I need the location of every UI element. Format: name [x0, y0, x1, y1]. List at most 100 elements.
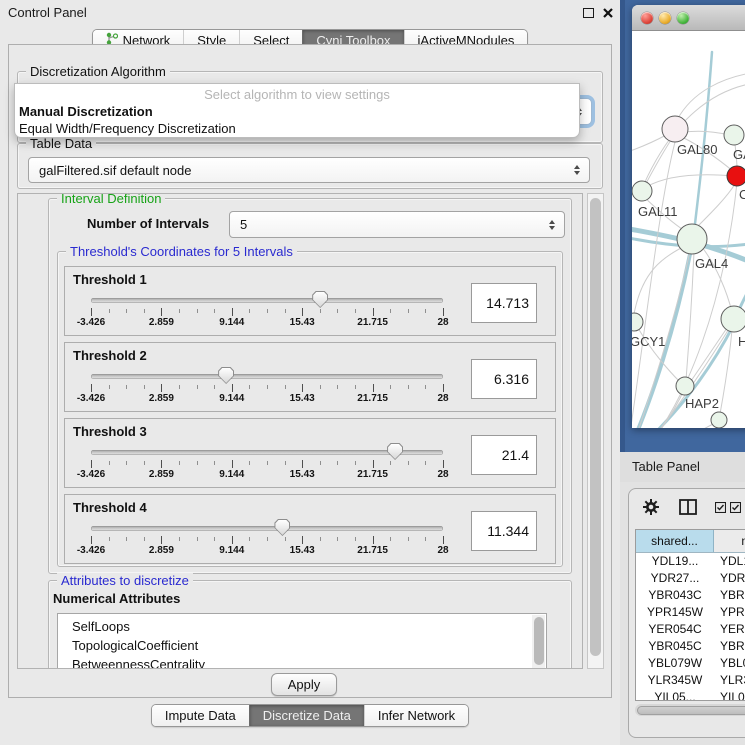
attribute-list-item[interactable]: BetweennessCentrality	[58, 655, 546, 669]
tab-infer-network[interactable]: Infer Network	[364, 705, 468, 726]
thresholds-group: Threshold's Coordinates for 5 Intervals …	[57, 251, 563, 567]
table-cell[interactable]: YDR2	[714, 570, 745, 587]
control-panel-titlebar: Control Panel	[0, 0, 620, 26]
slider-tick-labels: -3.4262.8599.14415.4321.71528	[91, 317, 443, 330]
threshold-4-value-field[interactable]	[471, 511, 537, 551]
table-row[interactable]: YDR27...YDR2	[636, 570, 745, 587]
cyni-toolbox-panel: Discretization Algorithm Select algorith…	[8, 44, 612, 698]
number-of-intervals-value: 5	[240, 212, 247, 237]
checkbox-icon[interactable]	[730, 501, 741, 516]
slider-track[interactable]	[91, 298, 443, 303]
table-cell[interactable]: YPR1	[714, 604, 745, 621]
popup-item-equal-width-frequency[interactable]: Equal Width/Frequency Discretization	[18, 120, 576, 137]
settings-scrollbar[interactable]	[587, 193, 604, 669]
slider-thumb[interactable]	[387, 443, 403, 460]
threshold-1-panel: Threshold 1 -3.4262.8599.14415.4321.7152…	[64, 266, 556, 336]
settings-viewport: Interval Definition Number of Intervals …	[17, 193, 583, 669]
apply-button[interactable]: Apply	[271, 673, 337, 696]
node-gal80[interactable]	[662, 116, 688, 142]
node-hap2[interactable]	[676, 377, 694, 395]
node-label-hap2: HAP2	[685, 396, 719, 411]
attribute-list-item[interactable]: SelfLoops	[58, 617, 546, 636]
slider-track[interactable]	[91, 374, 443, 379]
table-cell[interactable]: YIL05...	[636, 689, 714, 701]
scrollbar-thumb[interactable]	[590, 198, 601, 656]
network-canvas[interactable]: GAL80 GA C GAL11 GAL4 GCY1 H HAP2	[632, 32, 745, 428]
table-row[interactable]: YER054CYER0	[636, 621, 745, 638]
gear-icon[interactable]	[643, 499, 659, 518]
table-cell[interactable]: YBL079W	[636, 655, 714, 672]
slider-ticks	[91, 460, 443, 469]
network-view-window: GAL80 GA C GAL11 GAL4 GCY1 H HAP2	[632, 5, 745, 428]
table-cell[interactable]: YBR045C	[636, 638, 714, 655]
table-row[interactable]: YBR043CYBR0	[636, 587, 745, 604]
table-row[interactable]: YPR145WYPR1	[636, 604, 745, 621]
column-header-shared-name[interactable]: shared...	[636, 530, 714, 552]
table-data-combobox[interactable]: galFiltered.sif default node	[28, 157, 590, 183]
table-cell[interactable]: YDL1	[714, 553, 745, 570]
table-cell[interactable]: YDR27...	[636, 570, 714, 587]
algorithm-hint: Select algorithm to view settings	[15, 87, 579, 102]
column-header-name[interactable]: na	[714, 530, 745, 552]
split-columns-icon[interactable]	[679, 499, 697, 518]
attributes-group: Attributes to discretize Numerical Attri…	[48, 580, 572, 669]
close-icon[interactable]	[602, 7, 614, 19]
table-cell[interactable]: YPR145W	[636, 604, 714, 621]
table-row[interactable]: YLR345WYLR3	[636, 672, 745, 689]
list-scrollbar[interactable]	[532, 615, 545, 669]
network-window-titlebar[interactable]	[632, 5, 745, 31]
threshold-2-value-field[interactable]	[471, 359, 537, 399]
close-traffic-light[interactable]	[641, 12, 653, 24]
combo-arrows-icon	[549, 220, 555, 230]
threshold-1-value-field[interactable]	[471, 283, 537, 323]
slider-thumb[interactable]	[274, 519, 290, 536]
discretization-algorithm-title: Discretization Algorithm	[26, 64, 170, 79]
node-highlighted-red[interactable]	[727, 166, 745, 186]
attribute-list-item[interactable]: TopologicalCoefficient	[58, 636, 546, 655]
table-cell[interactable]: YER054C	[636, 621, 714, 638]
table-row[interactable]: YDL19...YDL1	[636, 553, 745, 570]
node-partial-top-right[interactable]	[724, 125, 744, 145]
float-window-icon[interactable]	[583, 8, 594, 18]
table-data-selected: galFiltered.sif default node	[39, 158, 191, 182]
popup-item-manual-discretization[interactable]: Manual Discretization	[18, 103, 576, 120]
minimize-traffic-light[interactable]	[659, 12, 671, 24]
combo-arrows-icon	[574, 165, 580, 175]
table-cell[interactable]: YLR3	[714, 672, 745, 689]
table-cell[interactable]: YLR345W	[636, 672, 714, 689]
table-cell[interactable]: YIL0	[714, 689, 745, 701]
node-gal11[interactable]	[632, 181, 652, 201]
tab-infer-network-label: Infer Network	[378, 705, 455, 726]
table-row[interactable]: YBR045CYBR0	[636, 638, 745, 655]
interval-definition-title: Interval Definition	[57, 193, 165, 206]
table-cell[interactable]: YBR0	[714, 587, 745, 604]
table-cell[interactable]: YBR043C	[636, 587, 714, 604]
slider-thumb[interactable]	[218, 367, 234, 384]
table-cell[interactable]: YER0	[714, 621, 745, 638]
node-label-gcy1: GCY1	[632, 334, 665, 349]
table-cell[interactable]: YBR0	[714, 638, 745, 655]
node-label-gal4: GAL4	[695, 256, 728, 271]
tab-impute-data[interactable]: Impute Data	[152, 705, 249, 726]
checkbox-icon[interactable]	[715, 501, 726, 516]
slider-thumb[interactable]	[312, 291, 328, 308]
threshold-3-value-field[interactable]	[471, 435, 537, 475]
table-row[interactable]: YIL05...YIL0	[636, 689, 745, 701]
node-gal4[interactable]	[677, 224, 707, 254]
number-of-intervals-combobox[interactable]: 5	[229, 211, 565, 238]
table-cell[interactable]: YBL0	[714, 655, 745, 672]
table-body: YDL19...YDL1YDR27...YDR2YBR043CYBR0YPR14…	[636, 553, 745, 701]
node-partial-bottom[interactable]	[711, 412, 727, 428]
scrollbar-thumb[interactable]	[637, 706, 745, 715]
table-cell[interactable]: YDL19...	[636, 553, 714, 570]
slider-tick-labels: -3.4262.8599.14415.4321.71528	[91, 545, 443, 558]
slider-track[interactable]	[91, 526, 443, 531]
control-panel-title: Control Panel	[8, 0, 87, 26]
right-side: GAL80 GA C GAL11 GAL4 GCY1 H HAP2 Table …	[620, 0, 745, 745]
zoom-traffic-light[interactable]	[677, 12, 689, 24]
table-row[interactable]: YBL079WYBL0	[636, 655, 745, 672]
node-gcy1[interactable]	[632, 313, 643, 331]
node-h[interactable]	[721, 306, 745, 332]
table-horizontal-scrollbar[interactable]	[635, 704, 745, 716]
tab-discretize-data[interactable]: Discretize Data	[249, 705, 364, 726]
